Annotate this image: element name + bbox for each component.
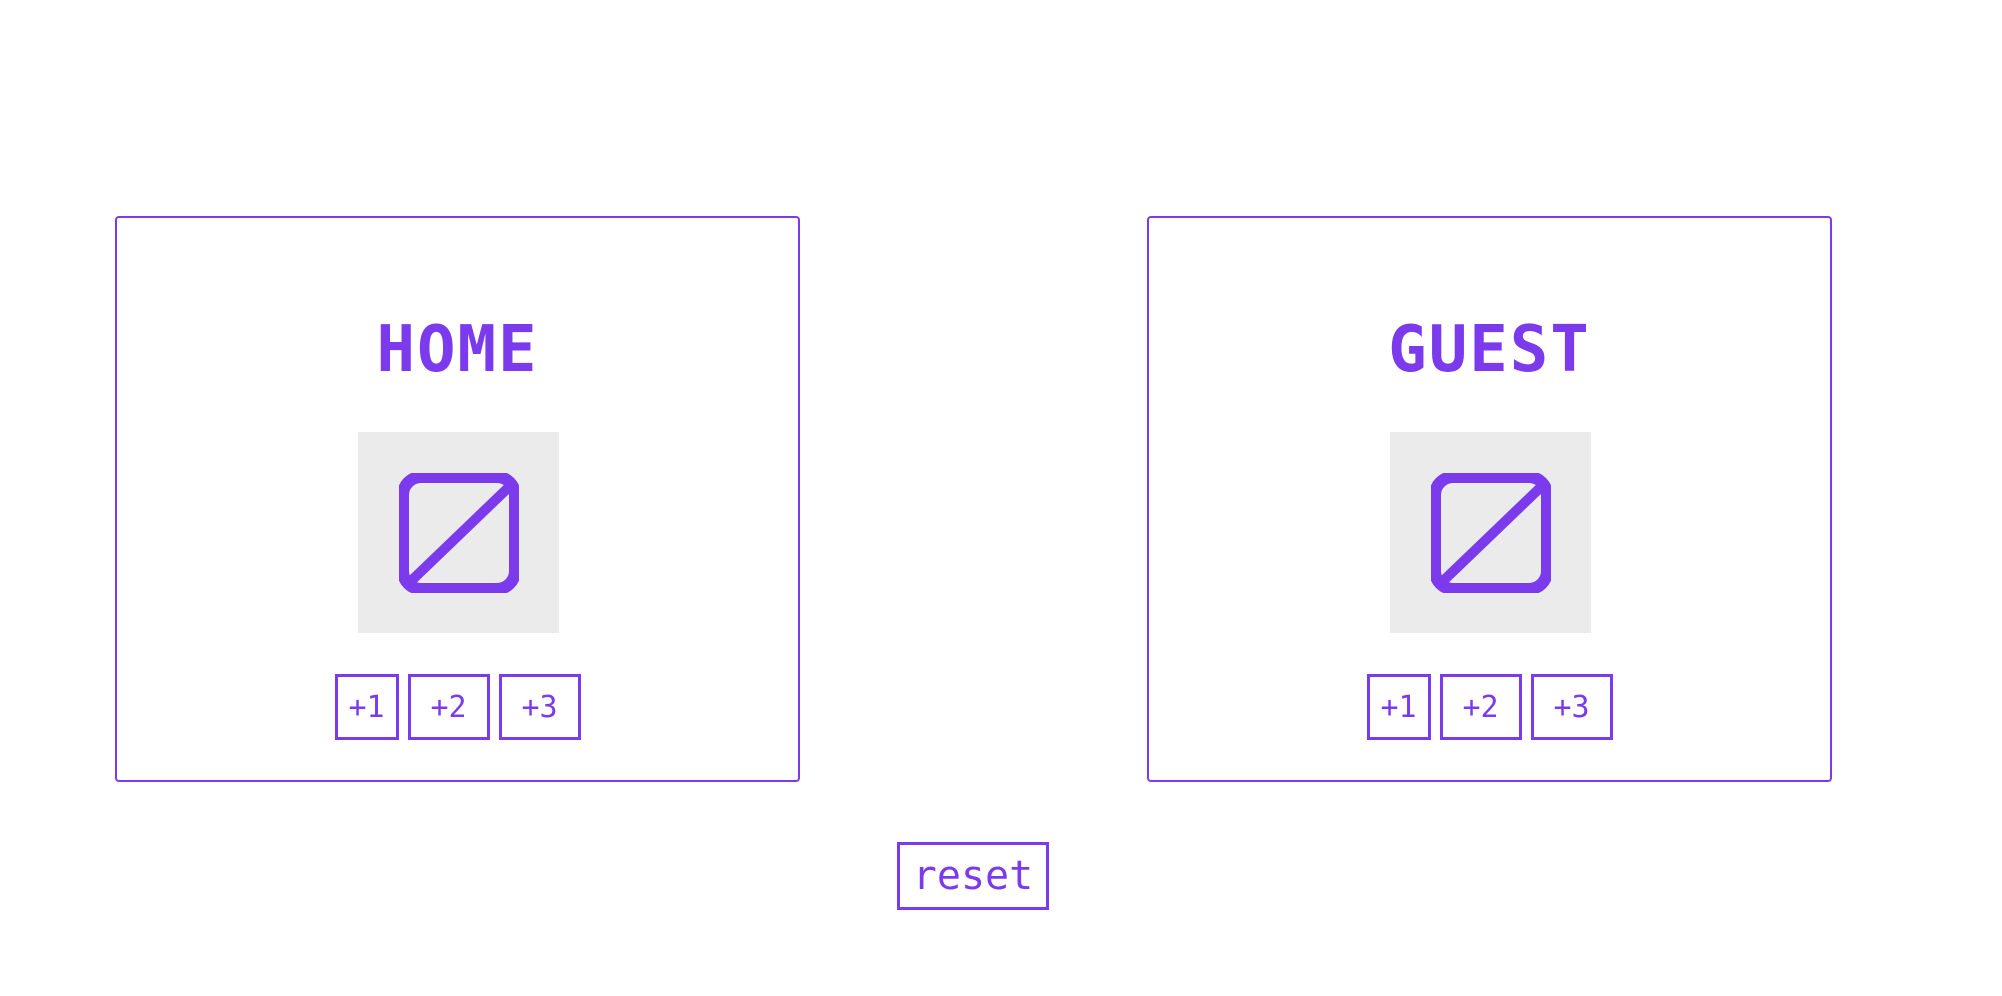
guest-score-buttons: +1 +2 +3 (1149, 674, 1830, 740)
guest-add-1-button[interactable]: +1 (1366, 674, 1431, 740)
guest-panel: GUEST +1 +2 +3 (1147, 216, 1832, 782)
scoreboard: HOME +1 +2 +3 GUEST +1 +2 +3 reset (0, 0, 2002, 996)
home-add-3-button[interactable]: +3 (498, 674, 581, 740)
guest-add-3-button[interactable]: +3 (1530, 674, 1613, 740)
home-add-1-button[interactable]: +1 (334, 674, 399, 740)
zero-slashed-icon (1430, 472, 1551, 593)
home-panel: HOME +1 +2 +3 (115, 216, 800, 782)
reset-button[interactable]: reset (897, 842, 1049, 910)
guest-add-2-button[interactable]: +2 (1439, 674, 1522, 740)
guest-team-name: GUEST (1388, 313, 1591, 387)
guest-score-display (1390, 432, 1591, 633)
home-team-name: HOME (376, 313, 539, 387)
home-add-2-button[interactable]: +2 (407, 674, 490, 740)
home-score-display (358, 432, 559, 633)
zero-slashed-icon (398, 472, 519, 593)
home-score-buttons: +1 +2 +3 (117, 674, 798, 740)
